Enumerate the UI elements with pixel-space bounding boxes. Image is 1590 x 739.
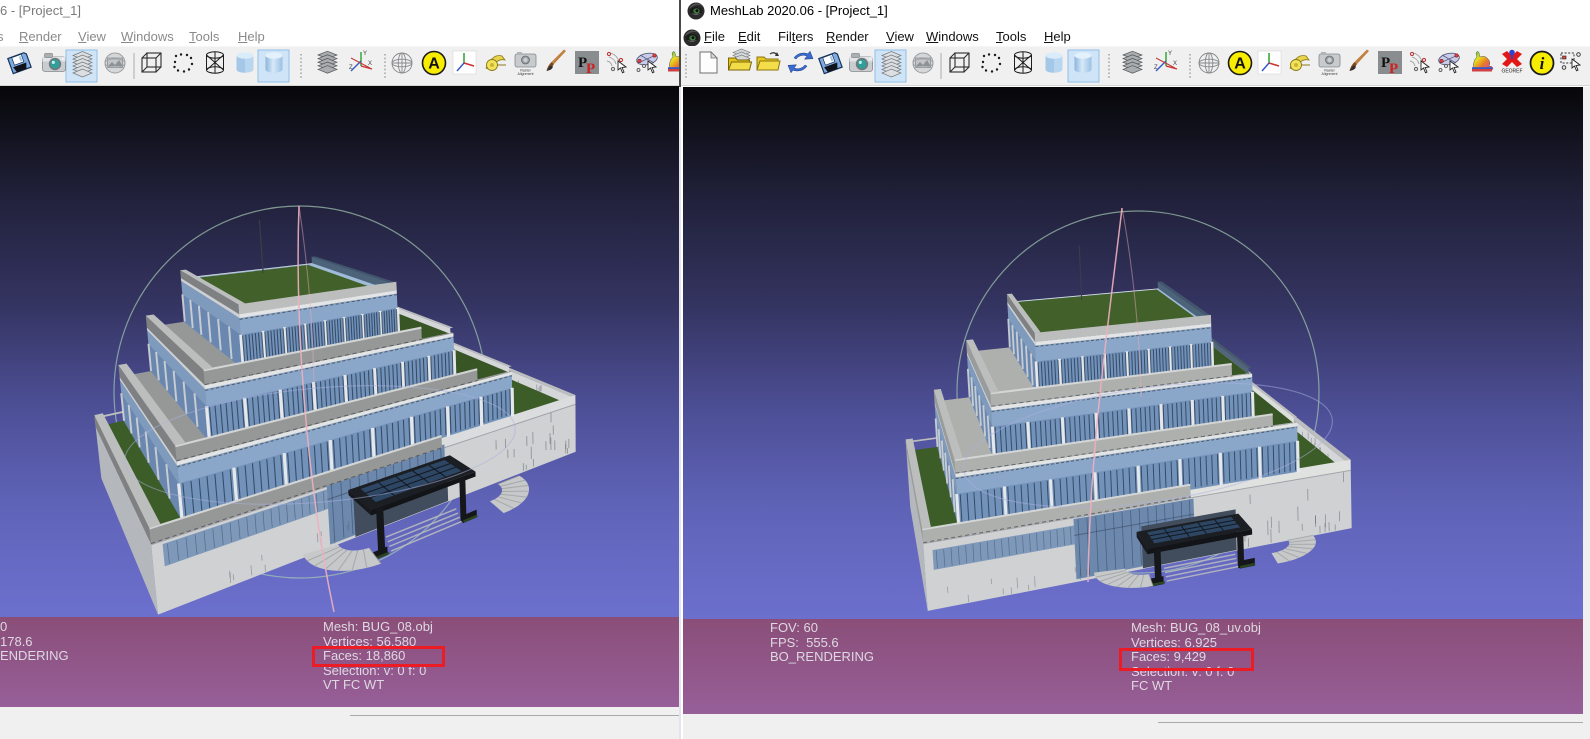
svg-text:X: X <box>1173 61 1177 67</box>
svg-text:Z: Z <box>1154 65 1158 71</box>
svg-text:P: P <box>586 61 595 77</box>
svg-text:A: A <box>1234 56 1246 73</box>
svg-text:Y: Y <box>363 51 367 57</box>
svg-text:Z: Z <box>349 65 353 71</box>
svg-text:Alignment: Alignment <box>518 72 534 76</box>
svg-text:i: i <box>1540 54 1545 73</box>
svg-text:X: X <box>368 61 372 67</box>
svg-text:P: P <box>1389 61 1398 77</box>
svg-text:GEOREF: GEOREF <box>1501 69 1522 75</box>
svg-text:Y: Y <box>1168 51 1172 57</box>
svg-text:Alignment: Alignment <box>1322 72 1338 76</box>
svg-text:A: A <box>428 56 440 73</box>
